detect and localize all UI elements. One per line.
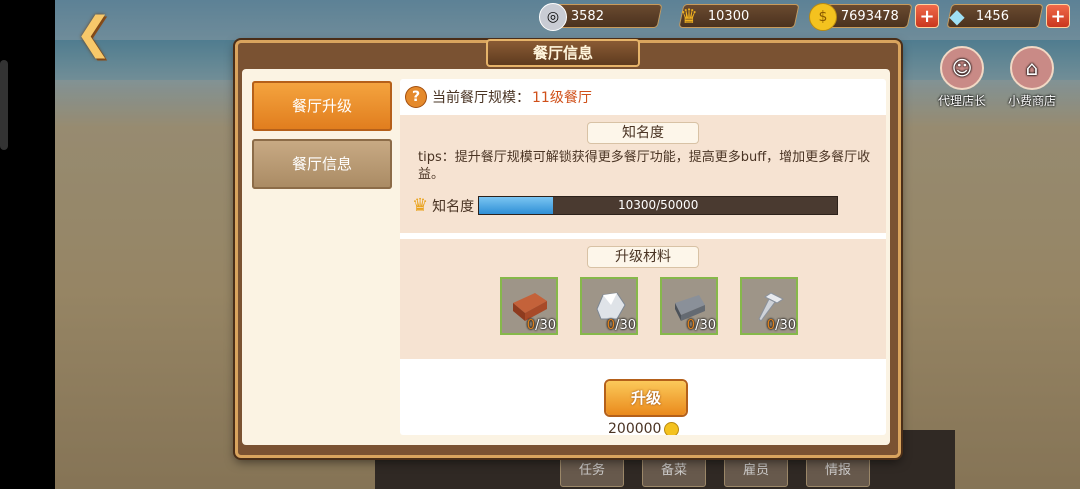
- crown-icon: ♛: [680, 4, 698, 28]
- tab-staff[interactable]: 雇员: [724, 455, 788, 487]
- scale-label: 当前餐厅规模：: [432, 90, 530, 106]
- silver-resource: ◎ 3582: [539, 3, 662, 31]
- crown-value: 10300: [708, 8, 750, 24]
- materials-list: 0/30 0/30 0/30 0/30: [500, 277, 798, 335]
- diamond-icon: ◆: [949, 4, 965, 28]
- scale-row: ? 当前餐厅规模： 11级餐厅: [406, 87, 592, 107]
- upgrade-panel: ? 当前餐厅规模： 11级餐厅 知名度 tips：提升餐厅规模可解锁获得更多餐厅…: [400, 79, 886, 435]
- add-gold-button[interactable]: +: [915, 4, 939, 28]
- fame-label: 知名度: [432, 198, 475, 215]
- material-stone[interactable]: 0/30: [580, 277, 638, 335]
- dialog-title: 餐厅信息: [486, 39, 640, 67]
- silver-coin-icon: ◎: [539, 3, 567, 31]
- upgrade-cost: 200000: [608, 421, 680, 435]
- material-nail[interactable]: 0/30: [740, 277, 798, 335]
- silver-value: 3582: [571, 8, 605, 24]
- gold-value: 7693478: [841, 8, 899, 24]
- fame-row: ♛ 知名度 10300/50000: [412, 195, 839, 216]
- fame-progress-text: 10300/50000: [617, 198, 699, 212]
- crown-icon: ♛: [412, 195, 429, 216]
- restaurant-dialog: 餐厅信息 餐厅升级 餐厅信息 ? 当前餐厅规模： 11级餐厅 知名度 tips：…: [235, 39, 901, 458]
- chef-icon: ☺: [940, 46, 984, 90]
- materials-header: 升级材料: [588, 247, 698, 267]
- diamond-value: 1456: [976, 8, 1010, 24]
- phone-edge: [0, 60, 8, 150]
- add-diamond-button[interactable]: +: [1046, 4, 1070, 28]
- back-arrow-icon[interactable]: ❮: [75, 12, 123, 56]
- tab-restaurant-upgrade[interactable]: 餐厅升级: [252, 81, 392, 131]
- gold-coin-icon: $: [809, 3, 837, 31]
- manager-label: 代理店长: [938, 94, 987, 108]
- help-icon[interactable]: ?: [406, 87, 426, 107]
- dialog-body: 餐厅升级 餐厅信息 ? 当前餐厅规模： 11级餐厅 知名度 tips：提升餐厅规…: [242, 69, 890, 445]
- gold-coin-icon: [664, 421, 680, 435]
- material-iron[interactable]: 0/30: [660, 277, 718, 335]
- shop-label: 小费商店: [1008, 94, 1057, 108]
- tab-prep[interactable]: 备菜: [642, 455, 706, 487]
- bottom-tabs: 任务 备菜 雇员 情报: [560, 455, 870, 487]
- material-brick[interactable]: 0/30: [500, 277, 558, 335]
- gold-resource: $ 7693478 +: [809, 3, 939, 31]
- fame-header: 知名度: [588, 123, 698, 143]
- tip-shop-button[interactable]: ⌂ 小费商店: [1008, 46, 1056, 109]
- tips-text: tips：提升餐厅规模可解锁获得更多餐厅功能，提高更多buff，增加更多餐厅收益…: [418, 150, 871, 182]
- crown-resource: ♛ 10300: [679, 3, 799, 29]
- tab-restaurant-info[interactable]: 餐厅信息: [252, 139, 392, 189]
- manager-button[interactable]: ☺ 代理店长: [938, 46, 986, 109]
- materials-section: 升级材料 0/30 0/30 0/30 0/30: [400, 239, 886, 359]
- cost-value: 200000: [608, 421, 662, 435]
- tab-tasks[interactable]: 任务: [560, 455, 624, 487]
- tab-intel[interactable]: 情报: [806, 455, 870, 487]
- upgrade-button[interactable]: 升级: [606, 381, 686, 415]
- scale-value: 11级餐厅: [532, 90, 592, 106]
- diamond-resource: ◆ 1456 +: [947, 3, 1070, 29]
- shop-icon: ⌂: [1010, 46, 1054, 90]
- fame-section: 知名度 tips：提升餐厅规模可解锁获得更多餐厅功能，提高更多buff，增加更多…: [400, 115, 886, 233]
- fame-progress-bar: 10300/50000: [478, 196, 839, 215]
